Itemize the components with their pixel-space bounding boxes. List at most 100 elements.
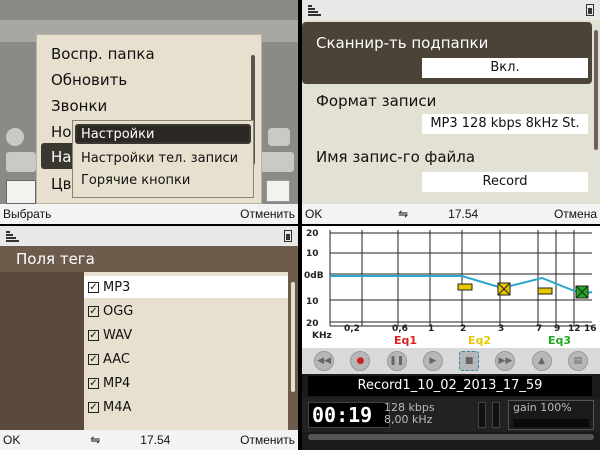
filename-display: Record1_10_02_2013_17_59 bbox=[308, 376, 592, 396]
softkey-bar: Выбрать Отменить bbox=[0, 204, 298, 224]
selected-setting-row[interactable]: Сканнир-ть подпапки Вкл. bbox=[302, 22, 592, 84]
eq3-label: Eq3 bbox=[548, 334, 571, 347]
pause-button[interactable]: ❚❚ bbox=[386, 351, 407, 371]
tag-row-ogg[interactable]: ✓ OGG bbox=[84, 300, 288, 322]
record-button[interactable]: ● bbox=[350, 351, 371, 371]
status-bar bbox=[302, 0, 600, 20]
menu-item-play-folder[interactable]: Воспр. папка bbox=[51, 45, 155, 63]
y-label-top: 20 bbox=[306, 229, 319, 239]
freq-label-8: 16 bbox=[584, 324, 597, 334]
y-label-10a: 10 bbox=[306, 249, 319, 259]
battery-icon bbox=[284, 230, 292, 242]
rewind-button[interactable]: ◀◀ bbox=[314, 351, 335, 371]
freq-label-0: 0,2 bbox=[344, 324, 360, 334]
y-label-10b: 10 bbox=[306, 297, 319, 307]
clock-time: 17.54 bbox=[448, 207, 479, 221]
recorder-status: 00:19 128 kbps 8,00 kHz gain 100% bbox=[302, 398, 600, 432]
menu-item-no[interactable]: Но bbox=[51, 123, 71, 141]
submenu-item-settings[interactable]: Настройки bbox=[81, 127, 154, 142]
gain-box[interactable]: gain 100% bbox=[508, 400, 594, 430]
eq1-marker[interactable] bbox=[457, 283, 473, 291]
tag-label: OGG bbox=[103, 303, 134, 319]
softkey-ok[interactable]: OK bbox=[3, 433, 20, 447]
rate-info: 128 kbps 8,00 kHz bbox=[384, 402, 435, 426]
checkbox-icon[interactable]: ✓ bbox=[88, 329, 99, 341]
tag-row-m4a[interactable]: ✓ M4A bbox=[84, 396, 288, 418]
softkey-cancel[interactable]: Отменить bbox=[240, 433, 295, 447]
setting-label-filename: Имя запис-го файла bbox=[316, 148, 476, 166]
setting-value-scan-subfolders[interactable]: Вкл. bbox=[422, 58, 588, 78]
tag-label: WAV bbox=[103, 327, 133, 343]
menu-item-colors[interactable]: Цв bbox=[51, 175, 72, 193]
eq2-marker[interactable] bbox=[497, 282, 511, 296]
eq-toggle-button[interactable]: ▤ bbox=[567, 351, 588, 371]
level-meter-left bbox=[478, 402, 486, 428]
softkey-ok[interactable]: OK bbox=[305, 207, 322, 221]
panel-recorder: 20 10 0dB 10 20 KHz 0,2 0,6 1 2 3 7 9 12… bbox=[302, 226, 600, 450]
softkey-cancel[interactable]: Отменить bbox=[240, 207, 295, 221]
tag-label: AAC bbox=[103, 351, 130, 367]
prev-circle-button bbox=[6, 128, 24, 146]
y-label-bottom: 20 bbox=[306, 319, 319, 329]
tag-scrollbar[interactable] bbox=[291, 282, 295, 392]
signal-bars-icon bbox=[308, 4, 322, 16]
panel-menu: Воспр. папка Обновить Звонки Но На Цв На… bbox=[0, 0, 298, 224]
panel-settings: Сканнир-ть подпапки Вкл. Формат записи M… bbox=[302, 0, 600, 224]
tag-row-mp3[interactable]: ✓ MP3 bbox=[84, 276, 288, 298]
eq2-label: Eq2 bbox=[468, 334, 491, 347]
checkbox-icon[interactable]: ✓ bbox=[88, 377, 99, 389]
setting-label-format: Формат записи bbox=[316, 92, 437, 110]
menu-item-settings-parent[interactable]: На bbox=[51, 148, 71, 166]
checkbox-icon[interactable]: ✓ bbox=[88, 353, 99, 365]
setting-value-format[interactable]: MP3 128 kbps 8kHz St. bbox=[422, 114, 588, 134]
bluetooth-icon: ⇋ bbox=[398, 207, 409, 221]
freq-label-3: 2 bbox=[460, 324, 466, 334]
tag-row-wav[interactable]: ✓ WAV bbox=[84, 324, 288, 346]
battery-icon bbox=[586, 4, 594, 16]
softkey-bar: OK ⇋ 17.54 Отменить bbox=[0, 430, 298, 450]
bluetooth-icon: ⇋ bbox=[90, 433, 101, 447]
checkbox-icon[interactable]: ✓ bbox=[88, 401, 99, 413]
panel-tag-fields: Поля тега ✓ MP3 ✓ OGG ✓ WAV ✓ AAC ✓ MP4 … bbox=[0, 226, 298, 450]
tag-label: MP3 bbox=[103, 279, 131, 295]
tag-row-mp4[interactable]: ✓ MP4 bbox=[84, 372, 288, 394]
top-right-button bbox=[268, 128, 290, 146]
forward-button[interactable]: ▶▶ bbox=[495, 351, 516, 371]
submenu: Настройки Настройки тел. записи Горячие … bbox=[72, 120, 254, 198]
tag-label: MP4 bbox=[103, 375, 131, 391]
softkey-select[interactable]: Выбрать bbox=[3, 207, 51, 221]
gain-bar[interactable] bbox=[513, 419, 589, 427]
tag-row-aac[interactable]: ✓ AAC bbox=[84, 348, 288, 370]
timer-display: 00:19 bbox=[308, 402, 390, 428]
freq-label-2: 1 bbox=[428, 324, 434, 334]
checkbox-icon[interactable]: ✓ bbox=[88, 305, 99, 317]
menu-item-calls[interactable]: Звонки bbox=[51, 97, 107, 115]
samplerate-text: 8,00 kHz bbox=[384, 413, 433, 426]
y-label-0db: 0dB bbox=[304, 271, 324, 281]
freq-label-1: 0,6 bbox=[392, 324, 408, 334]
left-column bbox=[0, 272, 84, 430]
eject-button[interactable]: ▲ bbox=[531, 351, 552, 371]
small-box bbox=[266, 180, 290, 202]
submenu-item-hotkeys[interactable]: Горячие кнопки bbox=[81, 173, 190, 188]
submenu-item-phone-rec-settings[interactable]: Настройки тел. записи bbox=[81, 151, 238, 166]
freq-label-7: 12 bbox=[568, 324, 581, 334]
signal-bars-icon bbox=[6, 230, 20, 242]
status-bar bbox=[0, 226, 298, 246]
softkey-cancel[interactable]: Отмена bbox=[554, 207, 597, 221]
play-button[interactable]: ▶ bbox=[422, 351, 443, 371]
record-progress[interactable] bbox=[308, 434, 594, 440]
left-rect bbox=[6, 152, 36, 172]
freq-label-5: 7 bbox=[536, 324, 542, 334]
freq-label-6: 9 bbox=[554, 324, 560, 334]
menu-item-refresh[interactable]: Обновить bbox=[51, 71, 127, 89]
equalizer-graph: 20 10 0dB 10 20 KHz 0,2 0,6 1 2 3 7 9 12… bbox=[302, 226, 600, 348]
clock-time: 17.54 bbox=[140, 433, 171, 447]
freq-label-4: 3 bbox=[498, 324, 504, 334]
stop-button[interactable]: ■ bbox=[459, 351, 480, 371]
right-rect bbox=[260, 152, 294, 172]
setting-value-filename[interactable]: Record bbox=[422, 172, 588, 192]
settings-scrollbar[interactable] bbox=[594, 30, 598, 150]
level-meter-right bbox=[492, 402, 500, 428]
checkbox-icon[interactable]: ✓ bbox=[88, 281, 99, 293]
